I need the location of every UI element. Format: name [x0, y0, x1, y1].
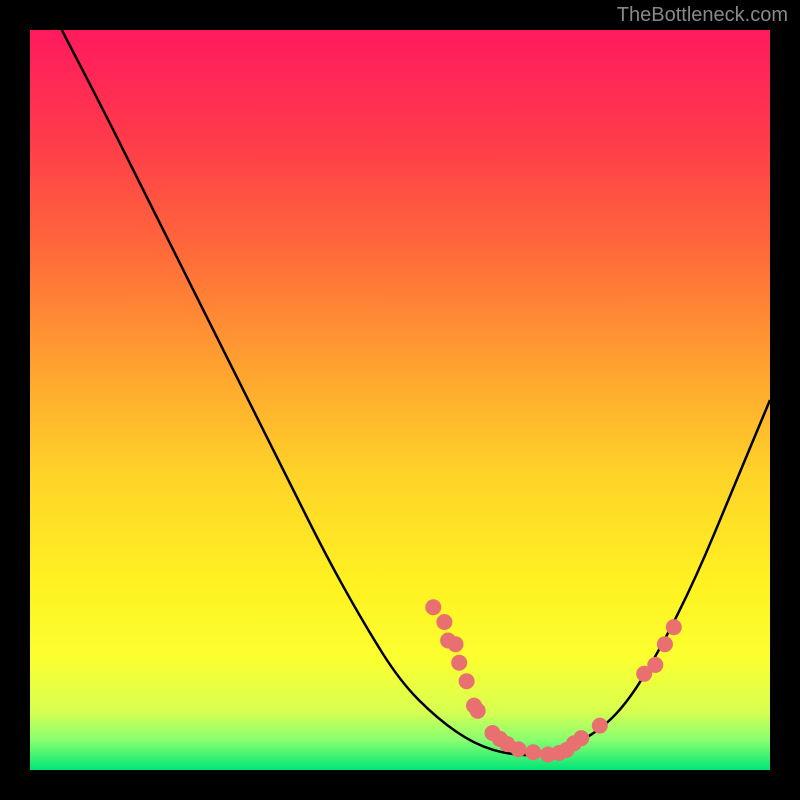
data-point [459, 673, 475, 689]
watermark-text: TheBottleneck.com [617, 4, 788, 27]
data-point [657, 636, 673, 652]
data-point [451, 655, 467, 671]
data-point [425, 599, 441, 615]
data-point [510, 741, 526, 757]
data-point [448, 636, 464, 652]
chart-container [30, 30, 770, 770]
data-point [666, 619, 682, 635]
bottleneck-curve [30, 30, 770, 770]
data-point [436, 614, 452, 630]
data-point [592, 718, 608, 734]
data-point [647, 657, 663, 673]
data-point [470, 703, 486, 719]
data-point [573, 730, 589, 746]
data-point [525, 744, 541, 760]
